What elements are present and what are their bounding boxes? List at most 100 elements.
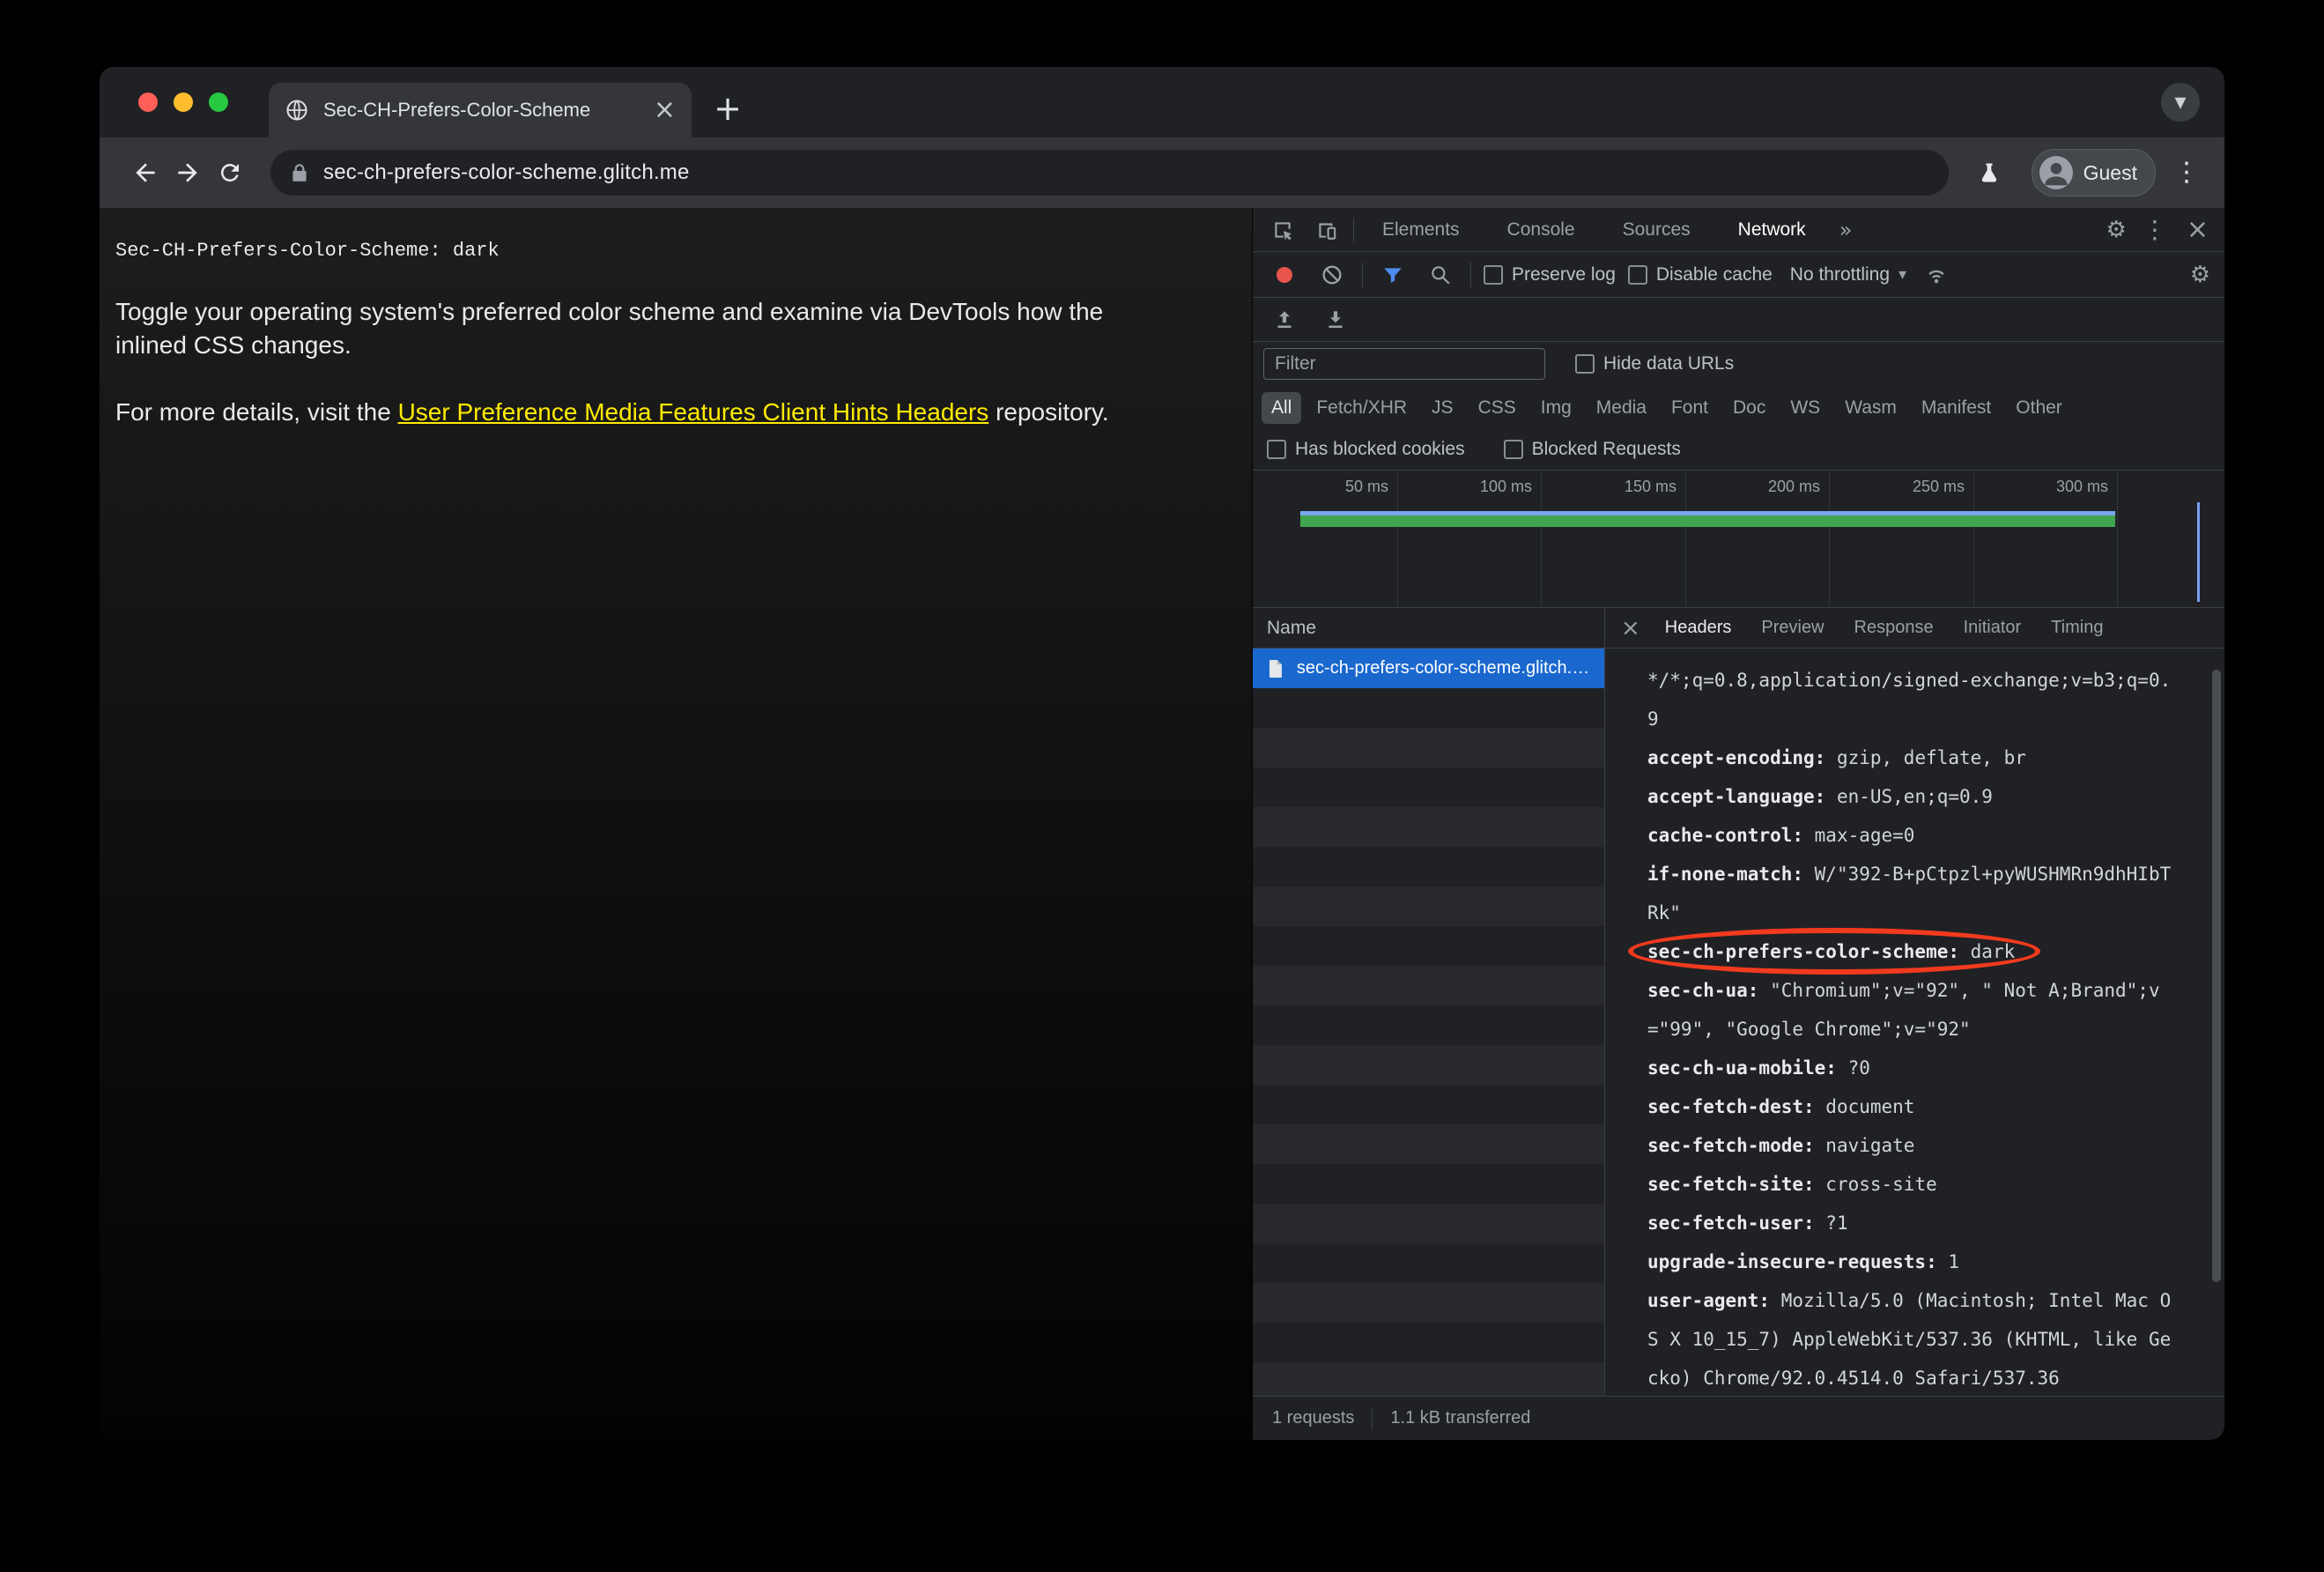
blocked-requests-checkbox[interactable]: Blocked Requests (1503, 439, 1681, 460)
tab-response[interactable]: Response (1840, 608, 1948, 648)
client-hints-headers-link[interactable]: User Preference Media Features Client Hi… (398, 398, 989, 426)
device-toolbar-button[interactable] (1309, 212, 1344, 248)
globe-favicon-icon (285, 98, 309, 122)
header-line: upgrade-insecure-requests: 1 (1647, 1251, 1960, 1272)
network-overview-timeline[interactable]: 50 ms 100 ms 150 ms 200 ms 250 ms 300 ms (1253, 471, 2224, 608)
tab-console[interactable]: Console (1488, 208, 1595, 251)
browser-menu-button[interactable]: ⋮ (2173, 159, 2200, 186)
throttling-value: No throttling (1789, 263, 1891, 285)
header-line: accept-language: en-US,en;q=0.9 (1647, 786, 1993, 807)
tab-initiator[interactable]: Initiator (1950, 608, 2036, 648)
minimize-window-button[interactable] (174, 93, 193, 112)
chip-wasm[interactable]: Wasm (1835, 392, 1906, 424)
name-column-header[interactable]: Name (1253, 608, 1604, 649)
request-row[interactable]: sec-ch-prefers-color-scheme.glitch.me (1253, 649, 1604, 688)
checkbox-icon[interactable] (1575, 354, 1595, 374)
main-area: Sec-CH-Prefers-Color-Scheme: dark Toggle… (100, 208, 2224, 1440)
browser-window: Sec-CH-Prefers-Color-Scheme × + ▾ sec-ch… (100, 67, 2224, 1440)
netbar-divider-2 (1470, 262, 1471, 287)
page-paragraph-1: Toggle your operating system's preferred… (115, 298, 1104, 359)
preserve-log-checkbox[interactable]: Preserve log (1484, 264, 1616, 285)
profile-button[interactable]: Guest (2031, 149, 2156, 196)
hide-data-urls-checkbox[interactable]: Hide data URLs (1575, 353, 1734, 374)
profile-label: Guest (2083, 160, 2137, 184)
tab-network[interactable]: Network (1719, 208, 1825, 251)
has-blocked-cookies-label: Has blocked cookies (1295, 439, 1465, 459)
devtools-menu-kebab-icon[interactable]: ⋮ (2135, 215, 2174, 244)
network-search-button[interactable] (1423, 257, 1458, 293)
chip-other[interactable]: Other (2006, 392, 2072, 424)
checkbox-icon[interactable] (1267, 440, 1286, 459)
inspect-cursor-icon (1275, 221, 1292, 241)
record-icon (1277, 266, 1292, 283)
tab-elements[interactable]: Elements (1363, 208, 1479, 251)
import-har-button[interactable] (1267, 302, 1302, 337)
disable-cache-checkbox[interactable]: Disable cache (1627, 264, 1773, 285)
back-button[interactable] (124, 152, 167, 194)
scrollbar-thumb[interactable] (2212, 670, 2221, 1283)
chip-all[interactable]: All (1262, 391, 1302, 424)
requests-count: 1 requests (1272, 1408, 1355, 1427)
chip-manifest[interactable]: Manifest (1912, 392, 2001, 424)
chip-font[interactable]: Font (1662, 392, 1718, 424)
close-window-button[interactable] (138, 93, 158, 112)
checkbox-icon[interactable] (1484, 264, 1503, 285)
tab-timing[interactable]: Timing (2037, 608, 2117, 648)
blocked-filters-row: Has blocked cookies Blocked Requests (1253, 429, 2224, 471)
netbar-divider (1362, 262, 1363, 287)
details-tabbar: × Headers Preview Response Initiator Tim… (1605, 608, 2224, 649)
export-har-down-arrow-icon (1329, 310, 1343, 328)
checkbox-icon[interactable] (1627, 264, 1647, 285)
address-bar[interactable]: sec-ch-prefers-color-scheme.glitch.me (270, 150, 1949, 196)
forward-button[interactable] (167, 152, 209, 194)
devtools-settings-gear-icon[interactable]: ⚙ (2106, 217, 2127, 243)
hide-data-urls-label: Hide data URLs (1603, 353, 1735, 374)
chip-media[interactable]: Media (1587, 392, 1656, 424)
fullscreen-window-button[interactable] (209, 93, 228, 112)
tab-preview[interactable]: Preview (1747, 608, 1838, 648)
new-tab-button[interactable]: + (707, 88, 748, 129)
header-line: user-agent: Mozilla/5.0 (Macintosh; Inte… (1647, 1290, 2172, 1389)
export-har-button[interactable] (1318, 302, 1353, 337)
devtools-panel: Elements Console Sources Network » ⚙ ⋮ × (1252, 208, 2224, 1440)
header-line: sec-fetch-mode: navigate (1647, 1135, 1915, 1156)
more-panels-chevron-icon[interactable]: » (1834, 218, 1858, 242)
network-body: Name sec-ch-prefers-color-scheme.glitch.… (1253, 608, 2224, 1396)
network-settings-gear-icon[interactable]: ⚙ (2190, 262, 2210, 288)
clear-network-log-button[interactable] (1314, 257, 1350, 293)
chip-img[interactable]: Img (1531, 392, 1581, 424)
lock-icon (288, 161, 311, 184)
checkbox-icon[interactable] (1503, 440, 1523, 459)
chip-js[interactable]: JS (1422, 392, 1463, 424)
device-toolbar-icon (1319, 222, 1336, 240)
tabbar-divider (1353, 217, 1354, 242)
import-har-up-arrow-icon (1277, 310, 1292, 328)
throttling-select[interactable]: No throttling ▾ (1790, 264, 1906, 285)
reload-button[interactable] (209, 152, 251, 194)
tab-headers[interactable]: Headers (1651, 608, 1746, 648)
url-text: sec-ch-prefers-color-scheme.glitch.me (323, 160, 690, 184)
record-network-log-button[interactable] (1267, 257, 1302, 293)
header-line: cache-control: max-age=0 (1647, 825, 1915, 846)
inspect-element-button[interactable] (1265, 212, 1300, 248)
forward-arrow-icon (178, 163, 197, 182)
status-divider (1372, 1406, 1373, 1430)
browser-tab[interactable]: Sec-CH-Prefers-Color-Scheme × (269, 83, 692, 137)
flask-extension-button[interactable] (1968, 152, 2010, 194)
devtools-close-icon[interactable]: × (2183, 214, 2212, 245)
filter-toggle-button[interactable] (1375, 257, 1410, 293)
chip-ws[interactable]: WS (1780, 392, 1830, 424)
details-close-icon[interactable]: × (1612, 615, 1649, 641)
network-conditions-button[interactable] (1919, 257, 1954, 293)
chip-css[interactable]: CSS (1469, 392, 1526, 424)
chip-fetch-xhr[interactable]: Fetch/XHR (1306, 392, 1417, 424)
has-blocked-cookies-checkbox[interactable]: Has blocked cookies (1267, 439, 1465, 460)
network-filter-input[interactable]: Filter (1263, 348, 1545, 380)
tab-close-icon[interactable]: × (654, 97, 676, 123)
tab-search-button[interactable]: ▾ (2161, 83, 2200, 122)
chip-doc[interactable]: Doc (1723, 392, 1775, 424)
tab-sources[interactable]: Sources (1603, 208, 1710, 251)
page-content: Sec-CH-Prefers-Color-Scheme: dark Toggle… (100, 208, 1252, 1440)
guest-avatar-icon (2039, 156, 2073, 189)
document-icon (1269, 659, 1282, 678)
